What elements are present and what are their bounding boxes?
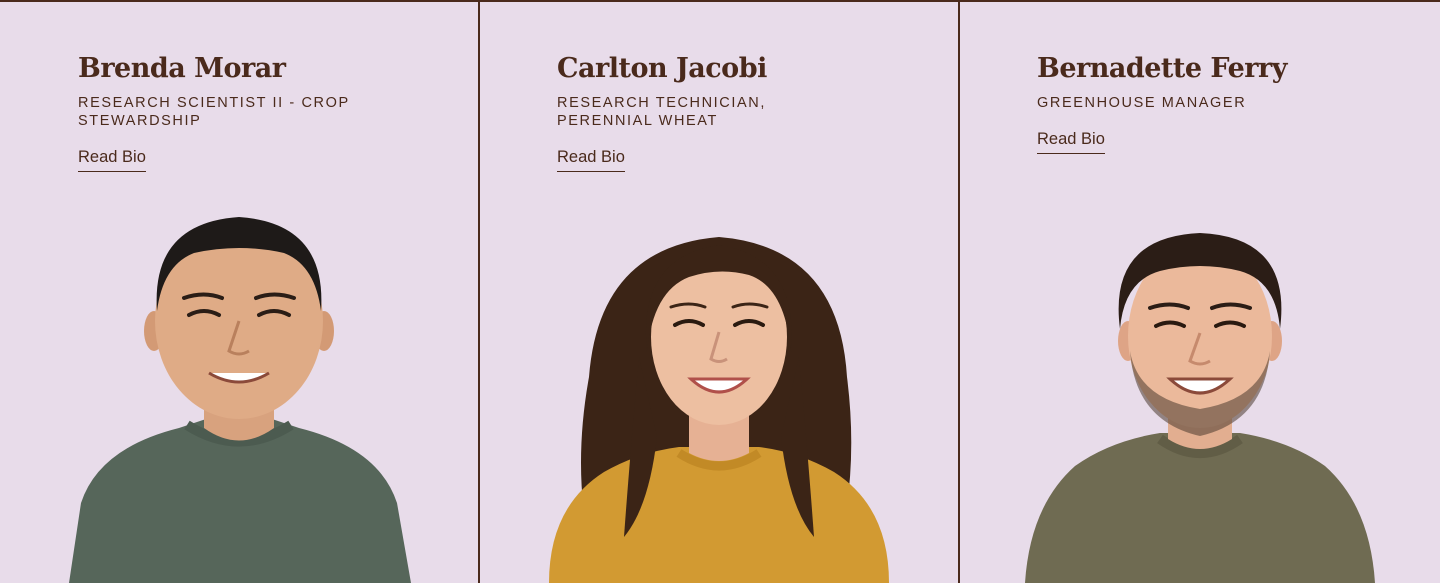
member-photo [69,217,411,583]
team-card-info: Brenda Morar Research Scientist II - Cro… [78,52,398,172]
read-bio-link[interactable]: Read Bio [1037,130,1105,154]
team-card-info: Carlton Jacobi Research Technician, Pere… [557,52,877,172]
team-card-info: Bernadette Ferry Greenhouse Manager Read… [1037,52,1357,154]
read-bio-link[interactable]: Read Bio [557,148,625,172]
team-card: Bernadette Ferry Greenhouse Manager Read… [958,2,1440,583]
member-name: Bernadette Ferry [1037,53,1287,84]
member-photo [549,237,889,583]
member-name: Brenda Morar [78,53,286,84]
team-card: Carlton Jacobi Research Technician, Pere… [478,2,958,583]
member-role: Greenhouse Manager [1037,95,1247,111]
read-bio-link[interactable]: Read Bio [78,148,146,172]
team-card: Brenda Morar Research Scientist II - Cro… [0,2,478,583]
member-name: Carlton Jacobi [557,53,767,84]
member-role: Research Technician, Perennial Wheat [557,95,766,129]
member-photo [1025,233,1375,583]
member-role: Research Scientist II - Crop Stewardship [78,95,350,129]
team-grid: Brenda Morar Research Scientist II - Cro… [0,0,1440,583]
